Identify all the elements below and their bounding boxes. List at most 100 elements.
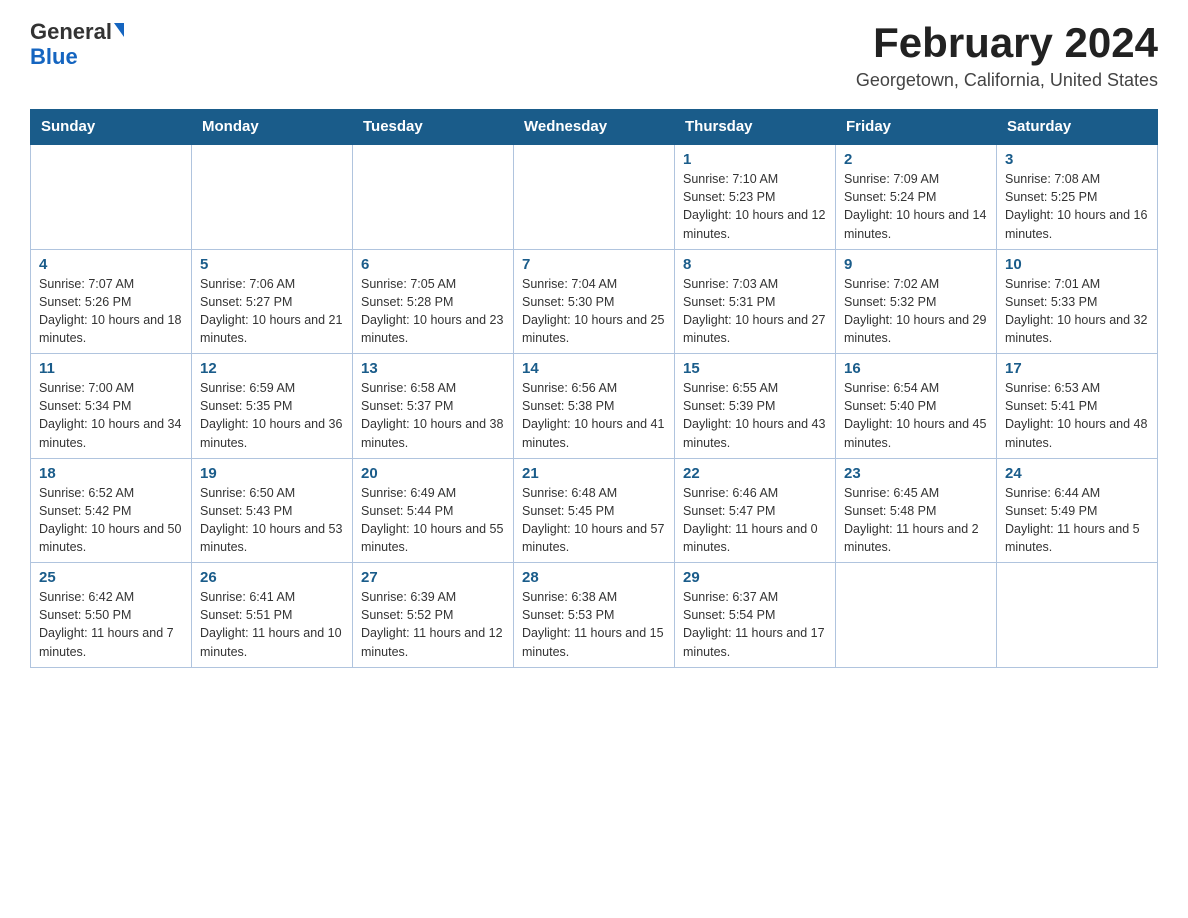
day-number: 1 xyxy=(683,151,827,168)
day-info: Sunrise: 6:39 AM Sunset: 5:52 PM Dayligh… xyxy=(361,588,505,661)
calendar-cell: 18 Sunrise: 6:52 AM Sunset: 5:42 PM Dayli… xyxy=(31,458,192,563)
day-number: 19 xyxy=(200,465,344,482)
calendar-cell: 26 Sunrise: 6:41 AM Sunset: 5:51 PM Dayli… xyxy=(192,563,353,668)
day-of-week-header: Friday xyxy=(836,110,997,145)
calendar-cell: 20 Sunrise: 6:49 AM Sunset: 5:44 PM Dayli… xyxy=(353,458,514,563)
day-info: Sunrise: 6:50 AM Sunset: 5:43 PM Dayligh… xyxy=(200,484,344,557)
calendar-week-row: 11 Sunrise: 7:00 AM Sunset: 5:34 PM Dayli… xyxy=(31,354,1158,459)
title-block: February 2024 Georgetown, California, Un… xyxy=(856,20,1158,91)
day-number: 12 xyxy=(200,360,344,377)
day-info: Sunrise: 7:03 AM Sunset: 5:31 PM Dayligh… xyxy=(683,275,827,348)
calendar-week-row: 4 Sunrise: 7:07 AM Sunset: 5:26 PM Daylig… xyxy=(31,249,1158,354)
day-number: 14 xyxy=(522,360,666,377)
day-number: 4 xyxy=(39,256,183,273)
day-info: Sunrise: 6:52 AM Sunset: 5:42 PM Dayligh… xyxy=(39,484,183,557)
day-info: Sunrise: 7:04 AM Sunset: 5:30 PM Dayligh… xyxy=(522,275,666,348)
day-number: 23 xyxy=(844,465,988,482)
day-info: Sunrise: 7:10 AM Sunset: 5:23 PM Dayligh… xyxy=(683,170,827,243)
calendar-cell: 24Sunrise: 6:44 AM Sunset: 5:49 PM Dayli… xyxy=(997,458,1158,563)
logo-blue-text: Blue xyxy=(30,44,78,70)
calendar-cell: 12 Sunrise: 6:59 AM Sunset: 5:35 PM Dayli… xyxy=(192,354,353,459)
calendar-cell xyxy=(353,144,514,249)
day-number: 21 xyxy=(522,465,666,482)
day-info: Sunrise: 6:41 AM Sunset: 5:51 PM Dayligh… xyxy=(200,588,344,661)
calendar-week-row: 1 Sunrise: 7:10 AM Sunset: 5:23 PM Daylig… xyxy=(31,144,1158,249)
day-number: 28 xyxy=(522,569,666,586)
day-info: Sunrise: 7:05 AM Sunset: 5:28 PM Dayligh… xyxy=(361,275,505,348)
calendar-cell: 15 Sunrise: 6:55 AM Sunset: 5:39 PM Dayli… xyxy=(675,354,836,459)
day-info: Sunrise: 7:06 AM Sunset: 5:27 PM Dayligh… xyxy=(200,275,344,348)
day-number: 24 xyxy=(1005,465,1149,482)
day-number: 11 xyxy=(39,360,183,377)
day-number: 5 xyxy=(200,256,344,273)
calendar-cell: 10Sunrise: 7:01 AM Sunset: 5:33 PM Dayli… xyxy=(997,249,1158,354)
calendar-cell: 29 Sunrise: 6:37 AM Sunset: 5:54 PM Dayli… xyxy=(675,563,836,668)
calendar-subtitle: Georgetown, California, United States xyxy=(856,70,1158,91)
calendar-cell xyxy=(514,144,675,249)
day-info: Sunrise: 6:42 AM Sunset: 5:50 PM Dayligh… xyxy=(39,588,183,661)
calendar-cell: 7Sunrise: 7:04 AM Sunset: 5:30 PM Daylig… xyxy=(514,249,675,354)
day-number: 26 xyxy=(200,569,344,586)
calendar-cell xyxy=(997,563,1158,668)
calendar-cell: 19 Sunrise: 6:50 AM Sunset: 5:43 PM Dayli… xyxy=(192,458,353,563)
day-info: Sunrise: 6:46 AM Sunset: 5:47 PM Dayligh… xyxy=(683,484,827,557)
calendar-cell: 14Sunrise: 6:56 AM Sunset: 5:38 PM Dayli… xyxy=(514,354,675,459)
day-of-week-header: Wednesday xyxy=(514,110,675,145)
day-number: 9 xyxy=(844,256,988,273)
calendar-week-row: 18 Sunrise: 6:52 AM Sunset: 5:42 PM Dayli… xyxy=(31,458,1158,563)
calendar-cell: 23 Sunrise: 6:45 AM Sunset: 5:48 PM Dayli… xyxy=(836,458,997,563)
day-number: 29 xyxy=(683,569,827,586)
day-number: 25 xyxy=(39,569,183,586)
day-info: Sunrise: 7:00 AM Sunset: 5:34 PM Dayligh… xyxy=(39,379,183,452)
calendar-header-row: SundayMondayTuesdayWednesdayThursdayFrid… xyxy=(31,110,1158,145)
day-number: 13 xyxy=(361,360,505,377)
calendar-title: February 2024 xyxy=(856,20,1158,66)
day-info: Sunrise: 6:58 AM Sunset: 5:37 PM Dayligh… xyxy=(361,379,505,452)
page-header: General Blue February 2024 Georgetown, C… xyxy=(30,20,1158,91)
calendar-cell: 28 Sunrise: 6:38 AM Sunset: 5:53 PM Dayli… xyxy=(514,563,675,668)
day-info: Sunrise: 6:38 AM Sunset: 5:53 PM Dayligh… xyxy=(522,588,666,661)
day-info: Sunrise: 7:09 AM Sunset: 5:24 PM Dayligh… xyxy=(844,170,988,243)
day-info: Sunrise: 6:59 AM Sunset: 5:35 PM Dayligh… xyxy=(200,379,344,452)
calendar-week-row: 25 Sunrise: 6:42 AM Sunset: 5:50 PM Dayli… xyxy=(31,563,1158,668)
day-of-week-header: Tuesday xyxy=(353,110,514,145)
logo-general-text: General xyxy=(30,20,112,44)
calendar-cell: 4 Sunrise: 7:07 AM Sunset: 5:26 PM Daylig… xyxy=(31,249,192,354)
day-info: Sunrise: 7:02 AM Sunset: 5:32 PM Dayligh… xyxy=(844,275,988,348)
day-info: Sunrise: 7:01 AM Sunset: 5:33 PM Dayligh… xyxy=(1005,275,1149,348)
calendar-cell: 6Sunrise: 7:05 AM Sunset: 5:28 PM Daylig… xyxy=(353,249,514,354)
day-info: Sunrise: 6:54 AM Sunset: 5:40 PM Dayligh… xyxy=(844,379,988,452)
day-number: 22 xyxy=(683,465,827,482)
day-number: 17 xyxy=(1005,360,1149,377)
day-number: 16 xyxy=(844,360,988,377)
calendar-cell: 1 Sunrise: 7:10 AM Sunset: 5:23 PM Daylig… xyxy=(675,144,836,249)
calendar-cell: 2Sunrise: 7:09 AM Sunset: 5:24 PM Daylig… xyxy=(836,144,997,249)
day-of-week-header: Monday xyxy=(192,110,353,145)
day-number: 8 xyxy=(683,256,827,273)
day-info: Sunrise: 6:37 AM Sunset: 5:54 PM Dayligh… xyxy=(683,588,827,661)
calendar-table: SundayMondayTuesdayWednesdayThursdayFrid… xyxy=(30,109,1158,668)
calendar-cell: 11 Sunrise: 7:00 AM Sunset: 5:34 PM Dayli… xyxy=(31,354,192,459)
day-number: 3 xyxy=(1005,151,1149,168)
day-info: Sunrise: 6:55 AM Sunset: 5:39 PM Dayligh… xyxy=(683,379,827,452)
day-info: Sunrise: 6:53 AM Sunset: 5:41 PM Dayligh… xyxy=(1005,379,1149,452)
day-number: 20 xyxy=(361,465,505,482)
calendar-cell: 16 Sunrise: 6:54 AM Sunset: 5:40 PM Dayli… xyxy=(836,354,997,459)
day-info: Sunrise: 6:45 AM Sunset: 5:48 PM Dayligh… xyxy=(844,484,988,557)
day-info: Sunrise: 7:07 AM Sunset: 5:26 PM Dayligh… xyxy=(39,275,183,348)
calendar-cell: 9 Sunrise: 7:02 AM Sunset: 5:32 PM Daylig… xyxy=(836,249,997,354)
calendar-cell: 17 Sunrise: 6:53 AM Sunset: 5:41 PM Dayli… xyxy=(997,354,1158,459)
calendar-cell: 22 Sunrise: 6:46 AM Sunset: 5:47 PM Dayli… xyxy=(675,458,836,563)
day-info: Sunrise: 6:48 AM Sunset: 5:45 PM Dayligh… xyxy=(522,484,666,557)
day-number: 15 xyxy=(683,360,827,377)
day-of-week-header: Thursday xyxy=(675,110,836,145)
calendar-cell: 13 Sunrise: 6:58 AM Sunset: 5:37 PM Dayli… xyxy=(353,354,514,459)
calendar-cell: 25 Sunrise: 6:42 AM Sunset: 5:50 PM Dayli… xyxy=(31,563,192,668)
day-info: Sunrise: 6:49 AM Sunset: 5:44 PM Dayligh… xyxy=(361,484,505,557)
calendar-cell: 27Sunrise: 6:39 AM Sunset: 5:52 PM Dayli… xyxy=(353,563,514,668)
calendar-cell: 21 Sunrise: 6:48 AM Sunset: 5:45 PM Dayli… xyxy=(514,458,675,563)
calendar-cell xyxy=(192,144,353,249)
day-info: Sunrise: 7:08 AM Sunset: 5:25 PM Dayligh… xyxy=(1005,170,1149,243)
logo: General Blue xyxy=(30,20,124,70)
day-number: 18 xyxy=(39,465,183,482)
